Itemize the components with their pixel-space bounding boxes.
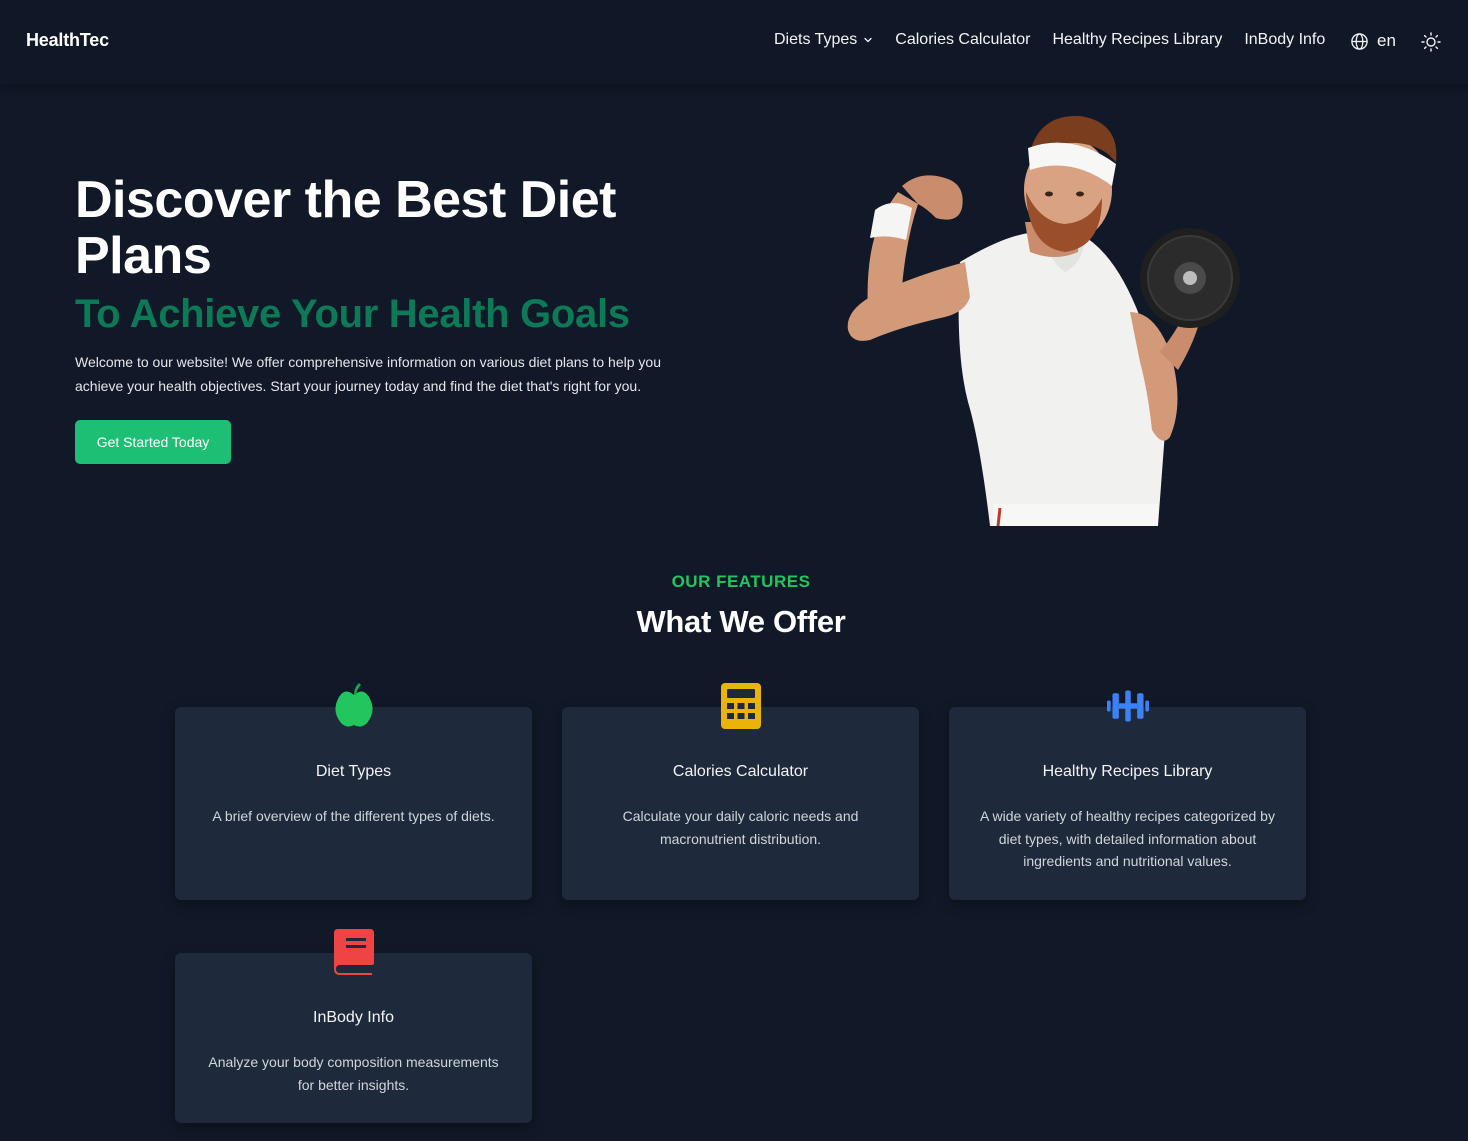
get-started-button[interactable]: Get Started Today (75, 420, 231, 464)
main-nav: Diets Types Calories Calculator Healthy … (774, 31, 1325, 49)
feature-card-title: Diet Types (315, 763, 392, 780)
hero-description: Welcome to our website! We offer compreh… (75, 354, 661, 394)
book-icon (333, 929, 375, 975)
apple-icon (333, 683, 375, 729)
feature-card-description: A wide variety of healthy recipes catego… (980, 808, 1275, 869)
feature-card-diet-types[interactable]: Diet Types A brief overview of the diffe… (175, 683, 532, 900)
language-selector[interactable]: en (1350, 31, 1396, 51)
calculator-icon (720, 683, 762, 729)
nav-item-inbody-info[interactable]: InBody Info (1244, 31, 1325, 49)
feature-card-title: InBody Info (313, 1009, 394, 1026)
hero-title: Discover the Best Diet Plans (75, 171, 616, 285)
feature-card-calories-calculator[interactable]: Calories Calculator Calculate your daily… (562, 683, 919, 900)
hero-fitness-man-image (847, 115, 1240, 526)
feature-card-healthy-recipes-library[interactable]: Healthy Recipes Library A wide variety o… (949, 690, 1306, 900)
sun-icon[interactable] (1421, 32, 1441, 52)
feature-card-title: Calories Calculator (672, 763, 809, 780)
top-navbar: HealthTec Diets Types Calories Calculato… (0, 0, 1468, 84)
dumbbell-icon (1107, 683, 1149, 729)
brand-logo[interactable]: HealthTec (26, 30, 109, 51)
chevron-down-icon (864, 37, 872, 43)
hero-subtitle: To Achieve Your Health Goals (75, 292, 630, 336)
language-label: en (1377, 31, 1396, 50)
nav-item-label: Diets Types (774, 31, 858, 48)
features-title: What We Offer (636, 604, 846, 639)
globe-icon (1351, 32, 1368, 50)
feature-card-title: Healthy Recipes Library (1042, 763, 1213, 780)
nav-item-healthy-recipes-library[interactable]: Healthy Recipes Library (1052, 31, 1222, 49)
features-eyebrow: OUR FEATURES (671, 572, 811, 591)
nav-item-diets-types[interactable]: Diets Types (774, 31, 873, 49)
feature-card-description: Analyze your body composition measuremen… (208, 1054, 499, 1093)
nav-item-calories-calculator[interactable]: Calories Calculator (895, 31, 1030, 49)
feature-card-description: Calculate your daily caloric needs and m… (622, 808, 859, 847)
feature-card-inbody-info[interactable]: InBody Info Analyze your body compositio… (175, 929, 532, 1123)
feature-card-description: A brief overview of the different types … (212, 808, 495, 824)
